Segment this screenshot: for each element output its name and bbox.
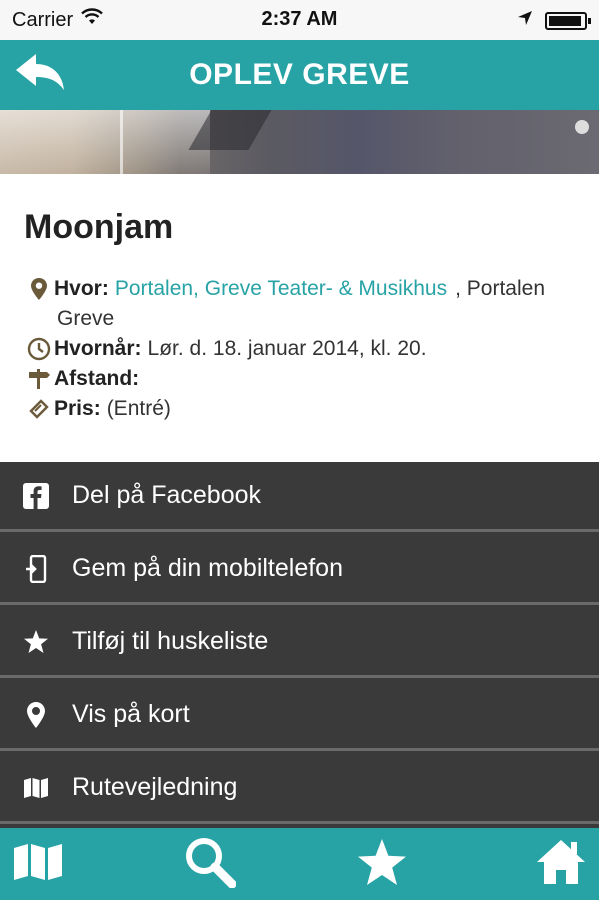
tab-search[interactable] bbox=[175, 836, 245, 892]
map-pin-icon bbox=[0, 701, 72, 728]
ticket-icon bbox=[24, 394, 54, 424]
when-row: Hvornår: Lør. d. 18. januar 2014, kl. 20… bbox=[24, 334, 599, 364]
where-row: Hvor: Portalen, Greve Teater- & Musikhus… bbox=[24, 274, 599, 304]
action-label: Rutevejledning bbox=[72, 773, 238, 801]
app-header: OPLEV GREVE bbox=[0, 40, 599, 110]
action-label: Gem på din mobiltelefon bbox=[72, 554, 343, 582]
distance-row: Afstand: bbox=[24, 364, 599, 394]
event-image bbox=[0, 110, 599, 174]
venue-city: Greve bbox=[57, 307, 115, 330]
where-label: Hvor: bbox=[54, 277, 109, 300]
clock-icon bbox=[24, 334, 54, 364]
image-edge bbox=[120, 110, 200, 174]
tab-home[interactable] bbox=[526, 836, 596, 892]
tab-bar bbox=[0, 828, 599, 900]
search-icon bbox=[184, 836, 237, 893]
price-value: (Entré) bbox=[106, 397, 171, 420]
when-value: Lør. d. 18. januar 2014, kl. 20. bbox=[147, 337, 427, 360]
price-label: Pris: bbox=[54, 397, 101, 420]
status-bar: Carrier 2:37 AM bbox=[0, 0, 599, 40]
facebook-icon bbox=[0, 482, 72, 509]
show-on-map-button[interactable]: Vis på kort bbox=[0, 681, 599, 751]
action-label: Tilføj til huskeliste bbox=[72, 627, 269, 655]
event-details: Moonjam Hvor: Portalen, Greve Teater- & … bbox=[0, 174, 599, 462]
map-icon bbox=[12, 842, 64, 887]
add-to-list-button[interactable]: Tilføj til huskeliste bbox=[0, 608, 599, 678]
location-arrow-icon bbox=[517, 10, 533, 31]
page-title: OPLEV GREVE bbox=[189, 58, 410, 91]
image-light bbox=[575, 120, 589, 134]
signpost-icon bbox=[24, 364, 54, 394]
action-label: Del på Facebook bbox=[72, 481, 262, 509]
event-info: Hvor: Portalen, Greve Teater- & Musikhus… bbox=[24, 274, 599, 424]
status-time: 2:37 AM bbox=[261, 8, 338, 30]
status-right-group bbox=[517, 10, 591, 31]
where-city-row: Greve bbox=[24, 304, 599, 334]
star-icon bbox=[0, 629, 72, 655]
venue-rest: , Portalen bbox=[455, 277, 545, 300]
event-title: Moonjam bbox=[24, 208, 174, 246]
share-facebook-button[interactable]: Del på Facebook bbox=[0, 462, 599, 532]
route-guidance-button[interactable]: Rutevejledning bbox=[0, 754, 599, 824]
action-label: Vis på kort bbox=[72, 700, 190, 728]
save-to-phone-icon bbox=[0, 554, 72, 583]
tab-favorites[interactable] bbox=[347, 836, 417, 892]
battery-icon bbox=[545, 11, 591, 30]
action-list: Del på Facebook Gem på din mobiltelefon … bbox=[0, 462, 599, 828]
route-map-icon bbox=[0, 777, 72, 799]
save-to-phone-button[interactable]: Gem på din mobiltelefon bbox=[0, 535, 599, 605]
distance-label: Afstand: bbox=[54, 367, 140, 390]
tab-map[interactable] bbox=[3, 836, 73, 892]
home-icon bbox=[535, 838, 587, 891]
venue-link[interactable]: Portalen, Greve Teater- & Musikhus bbox=[115, 274, 447, 304]
price-row: Pris: (Entré) bbox=[24, 394, 599, 424]
when-label: Hvornår: bbox=[54, 337, 142, 360]
location-pin-icon bbox=[24, 274, 54, 304]
star-icon bbox=[356, 837, 408, 892]
